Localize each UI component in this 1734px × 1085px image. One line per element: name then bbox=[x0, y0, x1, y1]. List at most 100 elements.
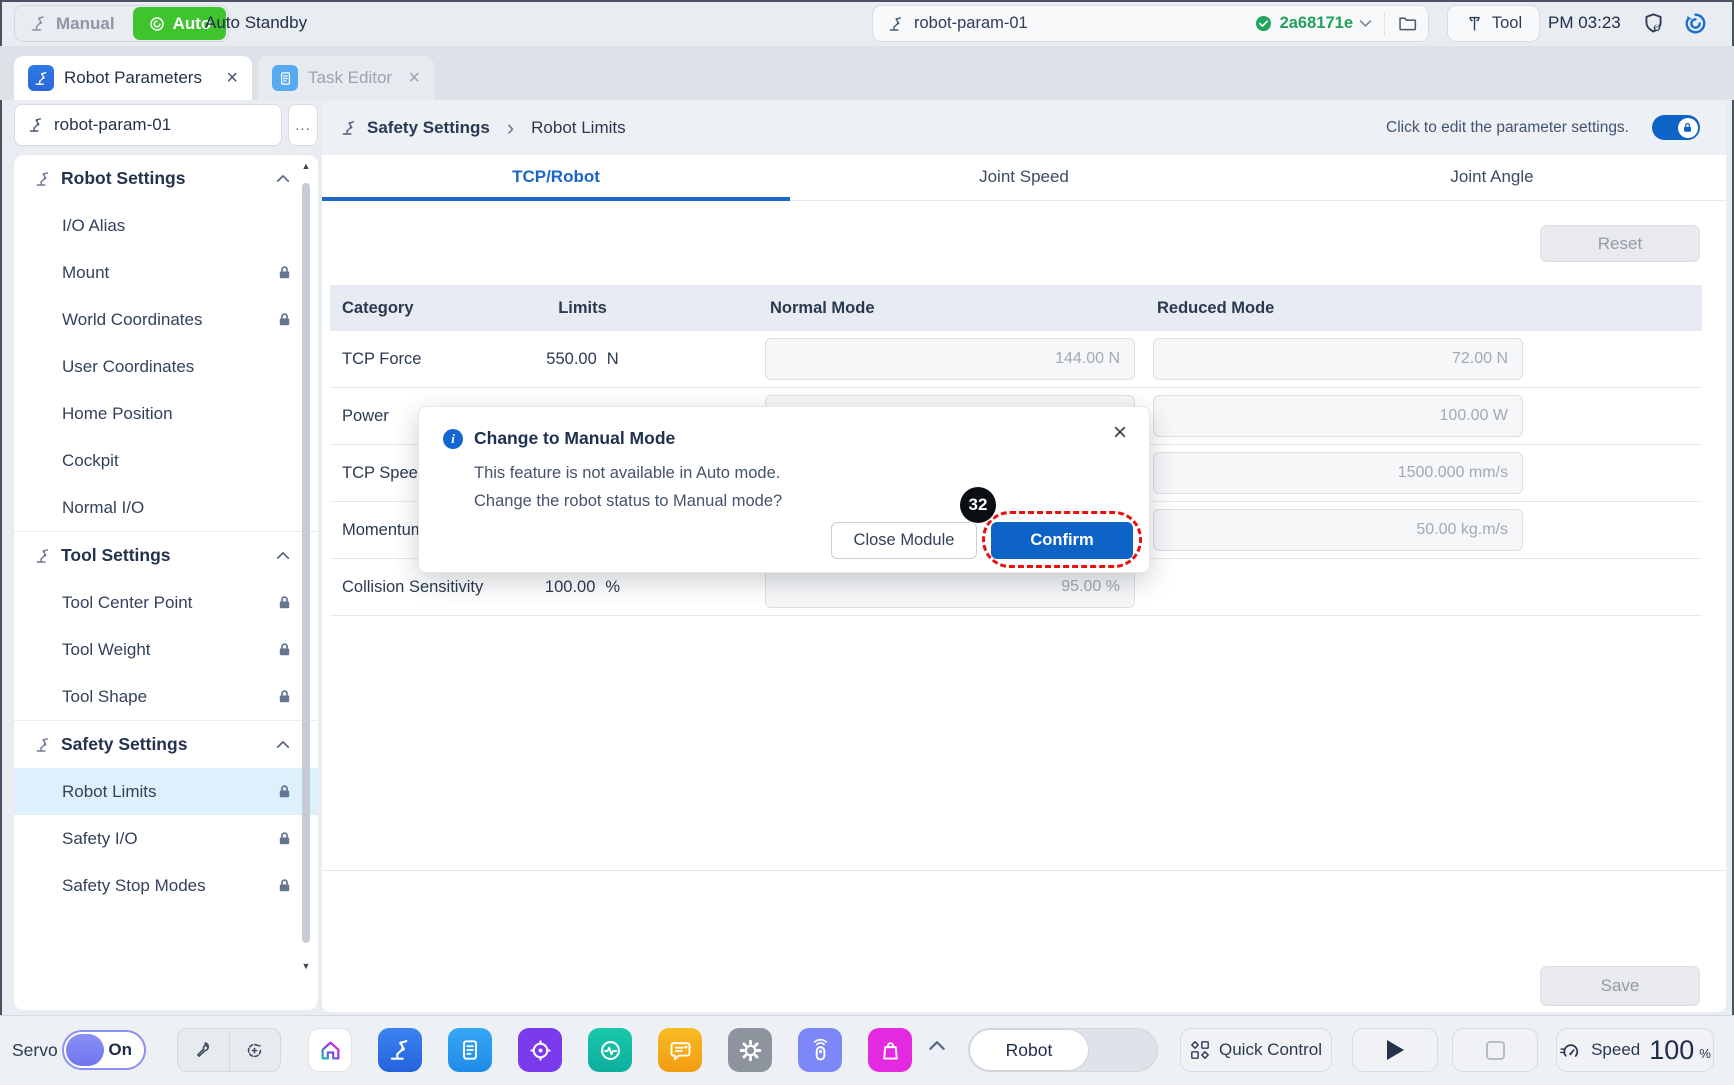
reposition-button[interactable] bbox=[229, 1029, 281, 1071]
robot-selector[interactable]: Robot bbox=[968, 1028, 1158, 1072]
edit-lock-toggle[interactable] bbox=[1652, 115, 1700, 140]
chat-log-icon bbox=[667, 1037, 694, 1064]
lock-icon bbox=[1682, 122, 1693, 133]
sidebar-item-tool-weight[interactable]: Tool Weight bbox=[14, 626, 318, 673]
sidebar-item-user-coordinates[interactable]: User Coordinates bbox=[14, 343, 318, 390]
top-bar: Manual Auto Auto Standby robot-param-01 … bbox=[0, 0, 1734, 46]
sidebar-item-safety-stop-modes[interactable]: Safety Stop Modes bbox=[14, 862, 318, 909]
reduced-mode-input[interactable] bbox=[1153, 338, 1523, 380]
tool-button[interactable]: Tool bbox=[1447, 5, 1540, 42]
dock-store-app[interactable] bbox=[868, 1028, 912, 1072]
sidebar-item-tool-center-point[interactable]: Tool Center Point bbox=[14, 579, 318, 626]
dock-task-editor-app[interactable] bbox=[448, 1028, 492, 1072]
item-label: Tool Center Point bbox=[62, 593, 192, 613]
dock-remote-app[interactable] bbox=[798, 1028, 842, 1072]
normal-mode-input[interactable] bbox=[765, 338, 1135, 380]
sidebar-item-normal-io[interactable]: Normal I/O bbox=[14, 484, 318, 531]
servo-label: Servo bbox=[12, 1016, 58, 1084]
play-icon bbox=[1387, 1040, 1404, 1060]
dock-home-app[interactable] bbox=[308, 1028, 352, 1072]
sidebar-item-world-coordinates[interactable]: World Coordinates bbox=[14, 296, 318, 343]
close-tab-icon[interactable]: × bbox=[408, 68, 420, 88]
section-header-tool-settings[interactable]: Tool Settings bbox=[14, 532, 318, 579]
servo-toggle[interactable]: On bbox=[62, 1030, 146, 1070]
speed-control[interactable]: Speed 100 % bbox=[1556, 1028, 1714, 1072]
sidebar-scrollbar[interactable]: ▲ ▼ bbox=[300, 159, 312, 999]
scroll-up-icon[interactable]: ▲ bbox=[300, 161, 312, 171]
scroll-down-icon[interactable]: ▼ bbox=[300, 961, 312, 971]
dock-jog-app[interactable] bbox=[518, 1028, 562, 1072]
section-header-robot-settings[interactable]: Robot Settings bbox=[14, 155, 318, 202]
speed-value: 100 bbox=[1649, 1035, 1694, 1066]
play-button[interactable] bbox=[1352, 1028, 1438, 1072]
param-file-pill[interactable]: robot-param-01 2a68171e bbox=[872, 5, 1429, 42]
sidebar-item-mount[interactable]: Mount bbox=[14, 249, 318, 296]
chevron-up-icon[interactable] bbox=[276, 740, 290, 749]
stop-icon bbox=[1486, 1041, 1505, 1060]
tab-robot-parameters[interactable]: Robot Parameters × bbox=[14, 56, 252, 100]
param-more-button[interactable]: ... bbox=[288, 104, 318, 146]
wrench-icon bbox=[193, 1040, 214, 1061]
lock-icon bbox=[277, 878, 292, 893]
servo-state-label: On bbox=[108, 1032, 132, 1068]
limit-value: 550.00 bbox=[546, 350, 596, 369]
sidebar-item-robot-limits[interactable]: Robot Limits bbox=[14, 768, 318, 815]
robot-parameters-icon bbox=[28, 65, 54, 91]
manual-mode-button[interactable]: Manual bbox=[15, 6, 131, 41]
row-category: Collision Sensitivity bbox=[330, 578, 505, 597]
folder-icon[interactable] bbox=[1397, 13, 1418, 34]
rotate-plus-icon bbox=[244, 1040, 265, 1061]
settings-nav-panel: Robot Settings I/O Alias Mount World Coo… bbox=[14, 155, 318, 1010]
breadcrumb-separator-icon: › bbox=[507, 117, 514, 139]
param-name-value: robot-param-01 bbox=[54, 115, 171, 135]
dock-monitoring-app[interactable] bbox=[588, 1028, 632, 1072]
quick-control-label: Quick Control bbox=[1219, 1040, 1322, 1060]
reduced-mode-input[interactable] bbox=[1153, 452, 1523, 494]
sidebar-item-tool-shape[interactable]: Tool Shape bbox=[14, 673, 318, 720]
sidebar-item-io-alias[interactable]: I/O Alias bbox=[14, 202, 318, 249]
reset-button[interactable]: Reset bbox=[1540, 225, 1700, 262]
tab-joint-angle[interactable]: Joint Angle bbox=[1258, 155, 1726, 200]
dock-collapse-chevron-icon[interactable] bbox=[928, 1040, 946, 1051]
wrench-button[interactable] bbox=[178, 1029, 229, 1071]
tab-label: Robot Parameters bbox=[64, 68, 216, 88]
chevron-up-icon[interactable] bbox=[276, 551, 290, 560]
close-module-button[interactable]: Close Module bbox=[831, 522, 977, 559]
close-tab-icon[interactable]: × bbox=[226, 68, 238, 88]
tab-task-editor[interactable]: Task Editor × bbox=[258, 56, 434, 100]
param-name-field[interactable]: robot-param-01 bbox=[14, 104, 282, 146]
quick-control-button[interactable]: Quick Control bbox=[1180, 1028, 1332, 1072]
dock-settings-app[interactable] bbox=[728, 1028, 772, 1072]
sidebar-item-safety-io[interactable]: Safety I/O bbox=[14, 815, 318, 862]
save-button[interactable]: Save bbox=[1540, 966, 1700, 1006]
item-label: I/O Alias bbox=[62, 216, 125, 236]
scrollbar-thumb[interactable] bbox=[302, 183, 310, 943]
remote-control-icon bbox=[807, 1037, 834, 1064]
dock-robot-params-app[interactable] bbox=[378, 1028, 422, 1072]
breadcrumb: Safety Settings › Robot Limits Click to … bbox=[322, 100, 1726, 155]
item-label: Mount bbox=[62, 263, 109, 283]
sync-swirl-icon[interactable] bbox=[1683, 11, 1708, 36]
servo-toggle-knob bbox=[66, 1034, 104, 1066]
section-header-safety-settings[interactable]: Safety Settings bbox=[14, 721, 318, 768]
tab-joint-speed[interactable]: Joint Speed bbox=[790, 155, 1258, 200]
reduced-mode-input[interactable] bbox=[1153, 509, 1523, 551]
reduced-mode-input[interactable] bbox=[1153, 395, 1523, 437]
sidebar-item-home-position[interactable]: Home Position bbox=[14, 390, 318, 437]
col-header-category: Category bbox=[330, 299, 505, 318]
breadcrumb-section[interactable]: Safety Settings bbox=[367, 118, 490, 138]
row-category: TCP Force bbox=[330, 350, 505, 369]
safety-shield-icon[interactable] bbox=[1641, 11, 1666, 36]
lock-icon bbox=[277, 689, 292, 704]
sidebar-item-cockpit[interactable]: Cockpit bbox=[14, 437, 318, 484]
item-label: Cockpit bbox=[62, 451, 119, 471]
chevron-down-icon[interactable] bbox=[1359, 19, 1372, 28]
stop-button[interactable] bbox=[1452, 1028, 1538, 1072]
auto-swirl-icon bbox=[148, 15, 166, 33]
chevron-up-icon[interactable] bbox=[276, 174, 290, 183]
item-label: Home Position bbox=[62, 404, 173, 424]
col-header-reduced-mode: Reduced Mode bbox=[1145, 299, 1702, 318]
dialog-close-icon[interactable]: × bbox=[1113, 421, 1127, 445]
dock-log-app[interactable] bbox=[658, 1028, 702, 1072]
tab-tcp-robot[interactable]: TCP/Robot bbox=[322, 155, 790, 200]
